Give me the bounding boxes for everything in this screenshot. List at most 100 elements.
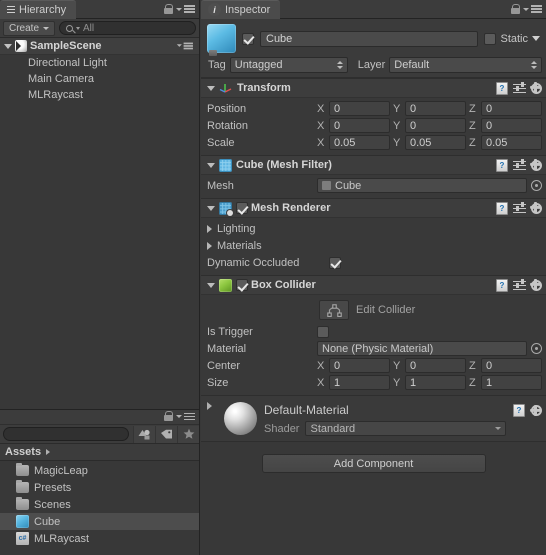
help-icon[interactable]: ? (496, 81, 508, 95)
size-y-input[interactable]: 1 (405, 375, 466, 390)
chevron-right-icon (46, 449, 51, 455)
tab-hierarchy[interactable]: Hierarchy (0, 0, 77, 19)
gameobject-name-input[interactable]: Cube (260, 30, 479, 47)
project-list-item-label: Presets (34, 481, 72, 494)
lock-icon[interactable] (163, 3, 173, 15)
help-icon[interactable]: ? (496, 158, 508, 172)
hierarchy-item[interactable]: MLRaycast (0, 87, 199, 103)
favorites-star-icon[interactable] (177, 425, 199, 443)
rotation-z-input[interactable]: 0 (481, 118, 542, 133)
gear-icon[interactable] (531, 404, 542, 416)
static-toggle[interactable]: Static (484, 32, 542, 45)
scale-x-input[interactable]: 0.05 (329, 135, 390, 150)
scale-y-input[interactable]: 0.05 (405, 135, 466, 150)
center-z-input[interactable]: 0 (481, 358, 542, 373)
chevron-right-icon[interactable] (207, 224, 212, 233)
component-title: Mesh Renderer (251, 202, 331, 214)
chevron-right-icon[interactable] (207, 402, 212, 410)
scale-z-input[interactable]: 0.05 (481, 135, 542, 150)
panel-menu-icon[interactable] (176, 5, 195, 13)
project-breadcrumb[interactable]: Assets (0, 444, 199, 461)
unity-editor-window: Hierarchy Create All SampleScene Directi… (0, 0, 546, 555)
create-button[interactable]: Create (3, 20, 56, 36)
help-icon[interactable]: ? (496, 201, 508, 215)
object-picker-icon[interactable] (531, 343, 542, 354)
edit-collider-button[interactable] (319, 300, 349, 320)
project-list-item[interactable]: c# MLRaycast (0, 530, 199, 547)
mesh-value: Cube (335, 179, 362, 192)
component-header[interactable]: Mesh Renderer ? (201, 199, 546, 218)
hierarchy-search-value: All (83, 22, 95, 34)
vector3-field: X 0 Y 0 Z 0 (317, 118, 542, 133)
center-x-input[interactable]: 0 (329, 358, 390, 373)
panel-menu-icon[interactable] (523, 5, 542, 13)
layer-dropdown[interactable]: Default (389, 57, 542, 73)
material-foldout[interactable] (207, 402, 217, 412)
physic-material-object-field[interactable]: None (Physic Material) (317, 341, 527, 356)
label-filter-icon[interactable] (155, 425, 177, 443)
project-list-item[interactable]: Scenes (0, 496, 199, 513)
chevron-down-icon[interactable] (207, 85, 215, 91)
mesh-object-field[interactable]: Cube (317, 178, 527, 193)
component-enabled-checkbox[interactable] (236, 202, 248, 214)
chevron-down-icon[interactable] (207, 162, 215, 168)
size-x-input[interactable]: 1 (329, 375, 390, 390)
component-header[interactable]: Box Collider ? (201, 276, 546, 295)
position-x-input[interactable]: 0 (329, 101, 390, 116)
project-list-item[interactable]: Presets (0, 479, 199, 496)
position-z-input[interactable]: 0 (481, 101, 542, 116)
tab-inspector[interactable]: i Inspector (201, 0, 281, 19)
gear-icon[interactable] (531, 202, 542, 214)
project-list-item[interactable]: MagicLeap (0, 462, 199, 479)
type-filter-icon[interactable] (133, 425, 155, 443)
help-icon[interactable]: ? (513, 404, 525, 417)
component-header[interactable]: Transform ? (201, 79, 546, 98)
static-checkbox[interactable] (484, 32, 497, 45)
preset-icon[interactable] (513, 279, 526, 291)
dynamic-occluded-checkbox[interactable] (329, 256, 341, 269)
chevron-down-icon[interactable] (207, 205, 215, 211)
hierarchy-scene-row[interactable]: SampleScene (0, 38, 199, 55)
rotation-x-input[interactable]: 0 (329, 118, 390, 133)
component-mesh-renderer: Mesh Renderer ? Lighting Materials Dynam… (201, 198, 546, 275)
help-icon[interactable]: ? (496, 278, 508, 292)
lock-icon[interactable] (510, 3, 520, 15)
component-header[interactable]: Cube (Mesh Filter) ? (201, 156, 546, 175)
gear-icon[interactable] (531, 279, 542, 291)
preset-icon[interactable] (513, 82, 526, 94)
component-enabled-checkbox[interactable] (236, 279, 248, 291)
rotation-y-input[interactable]: 0 (405, 118, 466, 133)
material-header-icons: ? (513, 402, 542, 417)
gear-icon[interactable] (531, 159, 542, 171)
scene-menu-icon[interactable] (176, 42, 197, 50)
preset-icon[interactable] (513, 159, 526, 171)
foldout-materials[interactable]: Materials (205, 237, 542, 254)
gameobject-enabled-checkbox[interactable] (242, 32, 254, 45)
project-list-item[interactable]: Cube (0, 513, 199, 530)
position-y-input[interactable]: 0 (405, 101, 466, 116)
chevron-down-icon[interactable] (532, 36, 540, 41)
panel-menu-icon[interactable] (176, 412, 195, 421)
updown-icon (336, 61, 343, 69)
gear-icon[interactable] (531, 82, 542, 94)
hierarchy-search-input[interactable]: All (59, 21, 196, 35)
foldout-lighting[interactable]: Lighting (205, 220, 542, 237)
shader-dropdown[interactable]: Standard (305, 421, 506, 436)
preset-icon[interactable] (513, 202, 526, 214)
hierarchy-item[interactable]: Directional Light (0, 55, 199, 71)
center-y-input[interactable]: 0 (405, 358, 466, 373)
chevron-down-icon[interactable] (4, 43, 12, 49)
size-z-input[interactable]: 1 (481, 375, 542, 390)
is-trigger-checkbox[interactable] (317, 325, 329, 338)
chevron-right-icon[interactable] (207, 241, 212, 250)
tag-dropdown[interactable]: Untagged (229, 57, 348, 73)
property-row-position: Position X 0 Y 0 Z 0 (207, 100, 542, 117)
property-row-rotation: Rotation X 0 Y 0 Z 0 (207, 117, 542, 134)
lock-icon[interactable] (163, 411, 173, 422)
project-search-input[interactable] (3, 427, 129, 441)
chevron-down-icon[interactable] (207, 282, 215, 288)
project-tab-icons (163, 411, 199, 422)
add-component-button[interactable]: Add Component (261, 454, 486, 473)
object-picker-icon[interactable] (531, 180, 542, 191)
hierarchy-item[interactable]: Main Camera (0, 71, 199, 87)
